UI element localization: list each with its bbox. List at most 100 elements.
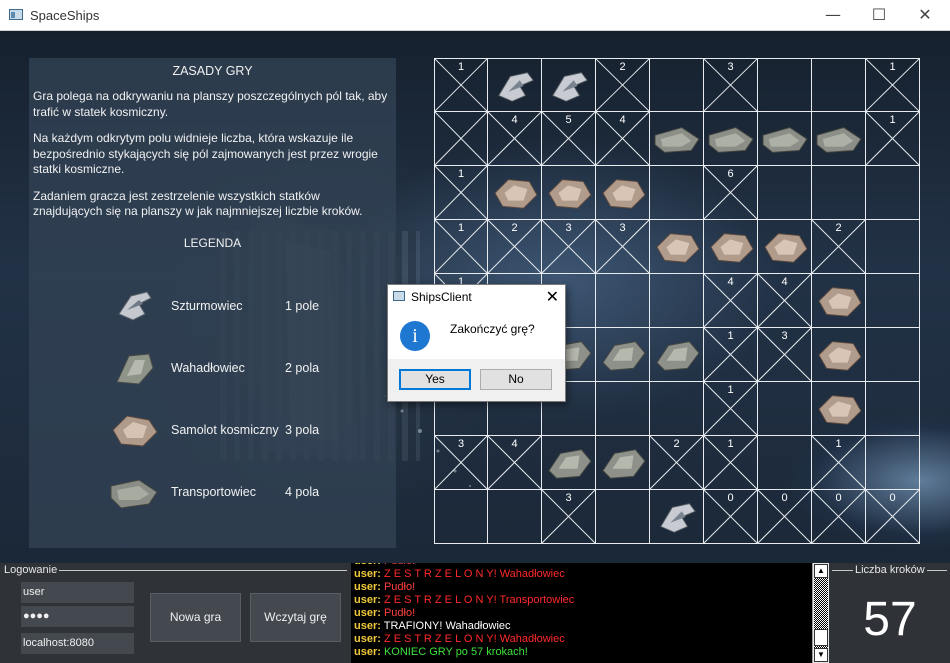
neighbor-count: 0	[889, 492, 896, 504]
board-cell-hit[interactable]	[488, 58, 542, 112]
dialog-body: i Zakończyć grę?	[388, 309, 565, 359]
board-cell-hidden[interactable]	[758, 58, 812, 112]
close-button[interactable]: ✕	[902, 0, 948, 31]
board-cell-hidden[interactable]	[488, 490, 542, 544]
board-cell-hidden[interactable]	[866, 382, 920, 436]
board-cell-hit[interactable]	[650, 220, 704, 274]
board-cell-hit[interactable]	[650, 490, 704, 544]
board-cell-hidden[interactable]	[866, 328, 920, 382]
board-cell-hit[interactable]	[758, 112, 812, 166]
board-cell-hidden[interactable]	[650, 166, 704, 220]
board-cell-hidden[interactable]	[866, 436, 920, 490]
board-cell-hidden[interactable]	[866, 220, 920, 274]
board-cell-revealed[interactable]: 1	[704, 328, 758, 382]
board-cell-revealed[interactable]: 1	[434, 166, 488, 220]
scroll-thumb[interactable]	[814, 629, 828, 646]
yes-button[interactable]: Yes	[399, 369, 471, 390]
neighbor-count: 1	[889, 61, 896, 73]
log-scrollbar[interactable]: ▲ ▼	[812, 563, 829, 663]
board-cell-revealed[interactable]: 2	[596, 58, 650, 112]
board-cell-hit[interactable]	[812, 112, 866, 166]
load-game-button[interactable]: Wczytaj grę	[250, 593, 341, 642]
board-cell-revealed[interactable]: 3	[758, 328, 812, 382]
log-user: user:	[354, 607, 381, 619]
board-cell-hit[interactable]	[596, 436, 650, 490]
maximize-button[interactable]: ☐	[856, 0, 902, 31]
log-message: Pudło!	[383, 581, 416, 593]
board-cell-revealed[interactable]: 1	[866, 58, 920, 112]
neighbor-count: 1	[457, 222, 465, 234]
board-cell-revealed[interactable]: 5	[542, 112, 596, 166]
board-cell-revealed[interactable]: 4	[758, 274, 812, 328]
board-cell-hit[interactable]	[650, 328, 704, 382]
board-cell-revealed[interactable]: 6	[704, 166, 758, 220]
board-cell-hidden[interactable]	[434, 490, 488, 544]
board-cell-hidden[interactable]	[812, 58, 866, 112]
board-cell-hit[interactable]	[542, 166, 596, 220]
board-cell-revealed[interactable]: 2	[488, 220, 542, 274]
board-cell-hit[interactable]	[596, 166, 650, 220]
board-cell-hidden[interactable]	[866, 166, 920, 220]
board-cell-revealed[interactable]: 0	[704, 490, 758, 544]
board-cell-revealed[interactable]: 3	[542, 220, 596, 274]
board-cell-revealed[interactable]	[434, 112, 488, 166]
board-cell-hit[interactable]	[704, 112, 758, 166]
board-cell-revealed[interactable]: 4	[488, 112, 542, 166]
board-cell-hidden[interactable]	[650, 274, 704, 328]
neighbor-count: 3	[619, 222, 626, 234]
board-cell-revealed[interactable]: 3	[542, 490, 596, 544]
board-cell-hidden[interactable]	[758, 436, 812, 490]
board-cell-hidden[interactable]	[758, 166, 812, 220]
spaceplane-ship-icon	[112, 415, 158, 447]
dialog-close-icon[interactable]: ✕	[546, 287, 559, 306]
board-cell-hit[interactable]	[650, 112, 704, 166]
board-cell-revealed[interactable]: 0	[758, 490, 812, 544]
scroll-up-arrow-icon[interactable]: ▲	[814, 564, 828, 578]
board-cell-hit[interactable]	[542, 58, 596, 112]
board-cell-hit[interactable]	[488, 166, 542, 220]
username-field[interactable]: user	[21, 582, 134, 603]
no-button[interactable]: No	[480, 369, 552, 390]
board-cell-hidden[interactable]	[812, 166, 866, 220]
board-cell-revealed[interactable]: 1	[704, 436, 758, 490]
board-cell-hit[interactable]	[812, 382, 866, 436]
board-cell-hidden[interactable]	[758, 382, 812, 436]
new-game-button[interactable]: Nowa gra	[150, 593, 241, 642]
scroll-down-arrow-icon[interactable]: ▼	[814, 648, 828, 662]
board-cell-hidden[interactable]	[650, 58, 704, 112]
legend-row-shuttle: Wahadłowiec 2 pola	[29, 344, 396, 394]
board-cell-hidden[interactable]	[866, 274, 920, 328]
board-cell-revealed[interactable]: 1	[704, 382, 758, 436]
game-log: user: Pudło!user: Z E S T R Z E L O N Y!…	[351, 563, 812, 663]
board-cell-revealed[interactable]: 3	[704, 58, 758, 112]
board-cell-revealed[interactable]: 1	[866, 112, 920, 166]
board-cell-revealed[interactable]: 0	[812, 490, 866, 544]
neighbor-count: 4	[781, 276, 788, 288]
board-cell-hit[interactable]	[704, 220, 758, 274]
board-cell-hit[interactable]	[542, 436, 596, 490]
board-cell-revealed[interactable]: 1	[434, 58, 488, 112]
board-cell-revealed[interactable]: 2	[812, 220, 866, 274]
app-icon	[9, 9, 23, 20]
board-cell-hidden[interactable]	[650, 382, 704, 436]
board-cell-revealed[interactable]: 3	[596, 220, 650, 274]
board-cell-hidden[interactable]	[596, 490, 650, 544]
board-cell-hit[interactable]	[596, 328, 650, 382]
board-cell-revealed[interactable]: 1	[434, 220, 488, 274]
board-cell-hidden[interactable]	[596, 274, 650, 328]
board-cell-revealed[interactable]: 2	[650, 436, 704, 490]
board-cell-revealed[interactable]: 4	[704, 274, 758, 328]
board-cell-hidden[interactable]	[596, 382, 650, 436]
board-cell-revealed[interactable]: 3	[434, 436, 488, 490]
board-cell-hit[interactable]	[812, 328, 866, 382]
board-cell-hit[interactable]	[758, 220, 812, 274]
password-field[interactable]: ●●●●	[21, 606, 134, 627]
board-cell-revealed[interactable]: 4	[596, 112, 650, 166]
board-cell-revealed[interactable]: 4	[488, 436, 542, 490]
board-cell-revealed[interactable]: 0	[866, 490, 920, 544]
board-cell-revealed[interactable]: 1	[812, 436, 866, 490]
minimize-button[interactable]: —	[810, 0, 856, 31]
board-cell-hit[interactable]	[812, 274, 866, 328]
legend-heading: LEGENDA	[183, 235, 242, 250]
server-address-field[interactable]: localhost:8080	[21, 633, 134, 654]
